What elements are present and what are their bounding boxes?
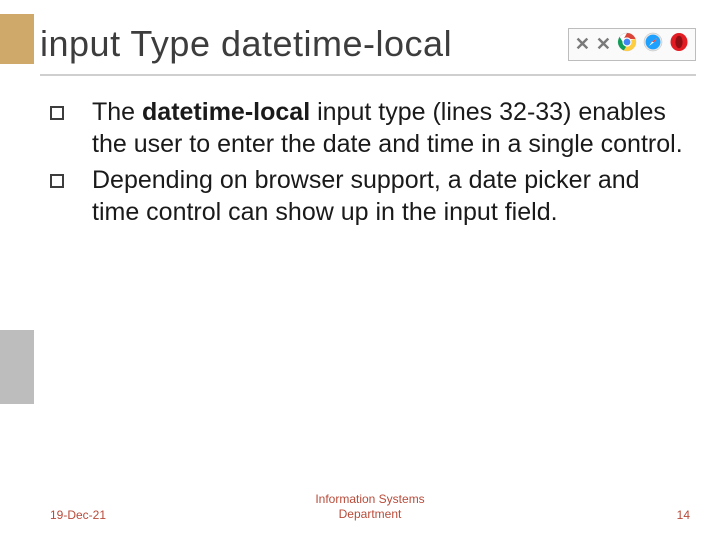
page-title: input Type datetime-local [40,23,452,65]
accent-bar-top [0,14,34,64]
body: The datetime-local input type (lines 32-… [50,96,690,232]
list-item: Depending on browser support, a date pic… [50,164,690,228]
text-run: The [92,98,142,126]
footer-center-line2: Department [50,507,690,522]
chrome-icon [617,32,637,57]
footer-center-line1: Information Systems [50,492,690,507]
footer-date: 19-Dec-21 [50,508,106,522]
accent-bar-mid [0,330,34,404]
text-run: Depending on browser support, a date pic… [92,166,640,226]
list-item: The datetime-local input type (lines 32-… [50,96,690,160]
browser-support-badges: ✕ ✕ [568,28,696,61]
footer-page-number: 14 [677,508,690,522]
bullet-marker-icon [50,106,64,120]
footer: 19-Dec-21 Information Systems Department… [50,508,690,522]
safari-icon [643,32,663,57]
bold-run: datetime-local [142,98,310,126]
bullet-text: The datetime-local input type (lines 32-… [92,96,690,160]
bullet-text: Depending on browser support, a date pic… [92,164,690,228]
unsupported-x-icon: ✕ [596,35,611,53]
bullet-marker-icon [50,174,64,188]
unsupported-x-icon: ✕ [575,35,590,53]
slide: input Type datetime-local ✕ ✕ [0,0,720,540]
opera-icon [669,32,689,57]
footer-center: Information Systems Department [50,492,690,522]
title-row: input Type datetime-local ✕ ✕ [40,14,696,76]
